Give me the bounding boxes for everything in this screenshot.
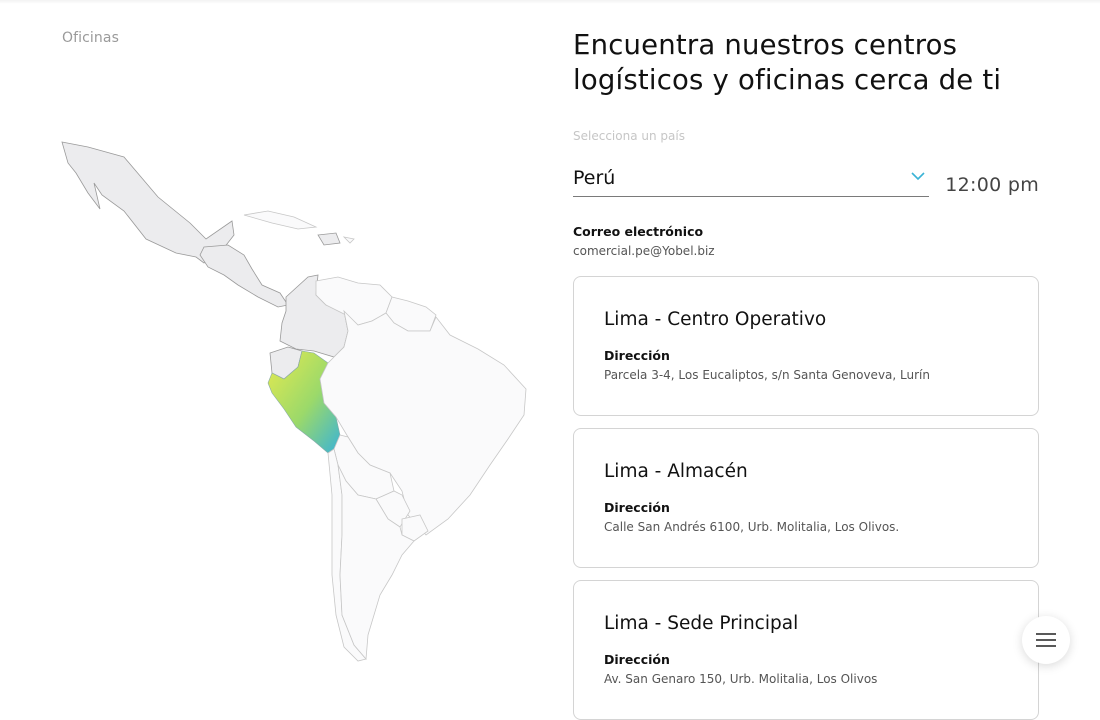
office-name: Lima - Almacén [604,461,748,482]
office-name: Lima - Centro Operativo [604,309,827,330]
country-cuba[interactable] [243,210,318,230]
country-select-value: Perú [573,167,616,189]
country-mexico[interactable] [61,141,235,264]
office-name: Lima - Sede Principal [604,613,799,634]
office-card[interactable]: Lima - Sede Principal Dirección Av. San … [573,580,1039,720]
country-select-row: Perú 12:00 pm [573,164,1039,200]
menu-button[interactable] [1022,616,1070,664]
office-address: Parcela 3-4, Los Eucaliptos, s/n Santa G… [604,368,930,382]
country-puerto-rico[interactable] [342,236,355,244]
hamburger-menu-icon [1036,633,1056,647]
office-address-label: Dirección [604,500,670,515]
chevron-down-icon[interactable] [910,170,926,182]
page-title: Encuentra nuestros centros logísticos y … [573,29,1002,96]
office-address-label: Dirección [604,348,670,363]
offices-panel: Encuentra nuestros centros logísticos y … [573,28,1039,720]
local-time: 12:00 pm [945,174,1039,196]
country-select[interactable]: Perú [573,164,929,197]
map-svg [61,141,527,662]
breadcrumb[interactable]: Oficinas [62,30,119,46]
email-label: Correo electrónico [573,224,704,239]
country-central-america[interactable] [199,244,289,308]
email-link[interactable]: comercial.pe@Yobel.biz [573,244,715,258]
office-address: Calle San Andrés 6100, Urb. Molitalia, L… [604,520,900,534]
office-card[interactable]: Lima - Almacén Dirección Calle San André… [573,428,1039,568]
country-hispaniola[interactable] [317,232,341,246]
country-select-label: Selecciona un país [573,129,685,143]
office-card[interactable]: Lima - Centro Operativo Dirección Parcel… [573,276,1039,416]
office-address: Av. San Genaro 150, Urb. Molitalia, Los … [604,672,878,686]
header-shadow [0,0,1100,4]
latin-america-map [58,135,538,665]
office-address-label: Dirección [604,652,670,667]
